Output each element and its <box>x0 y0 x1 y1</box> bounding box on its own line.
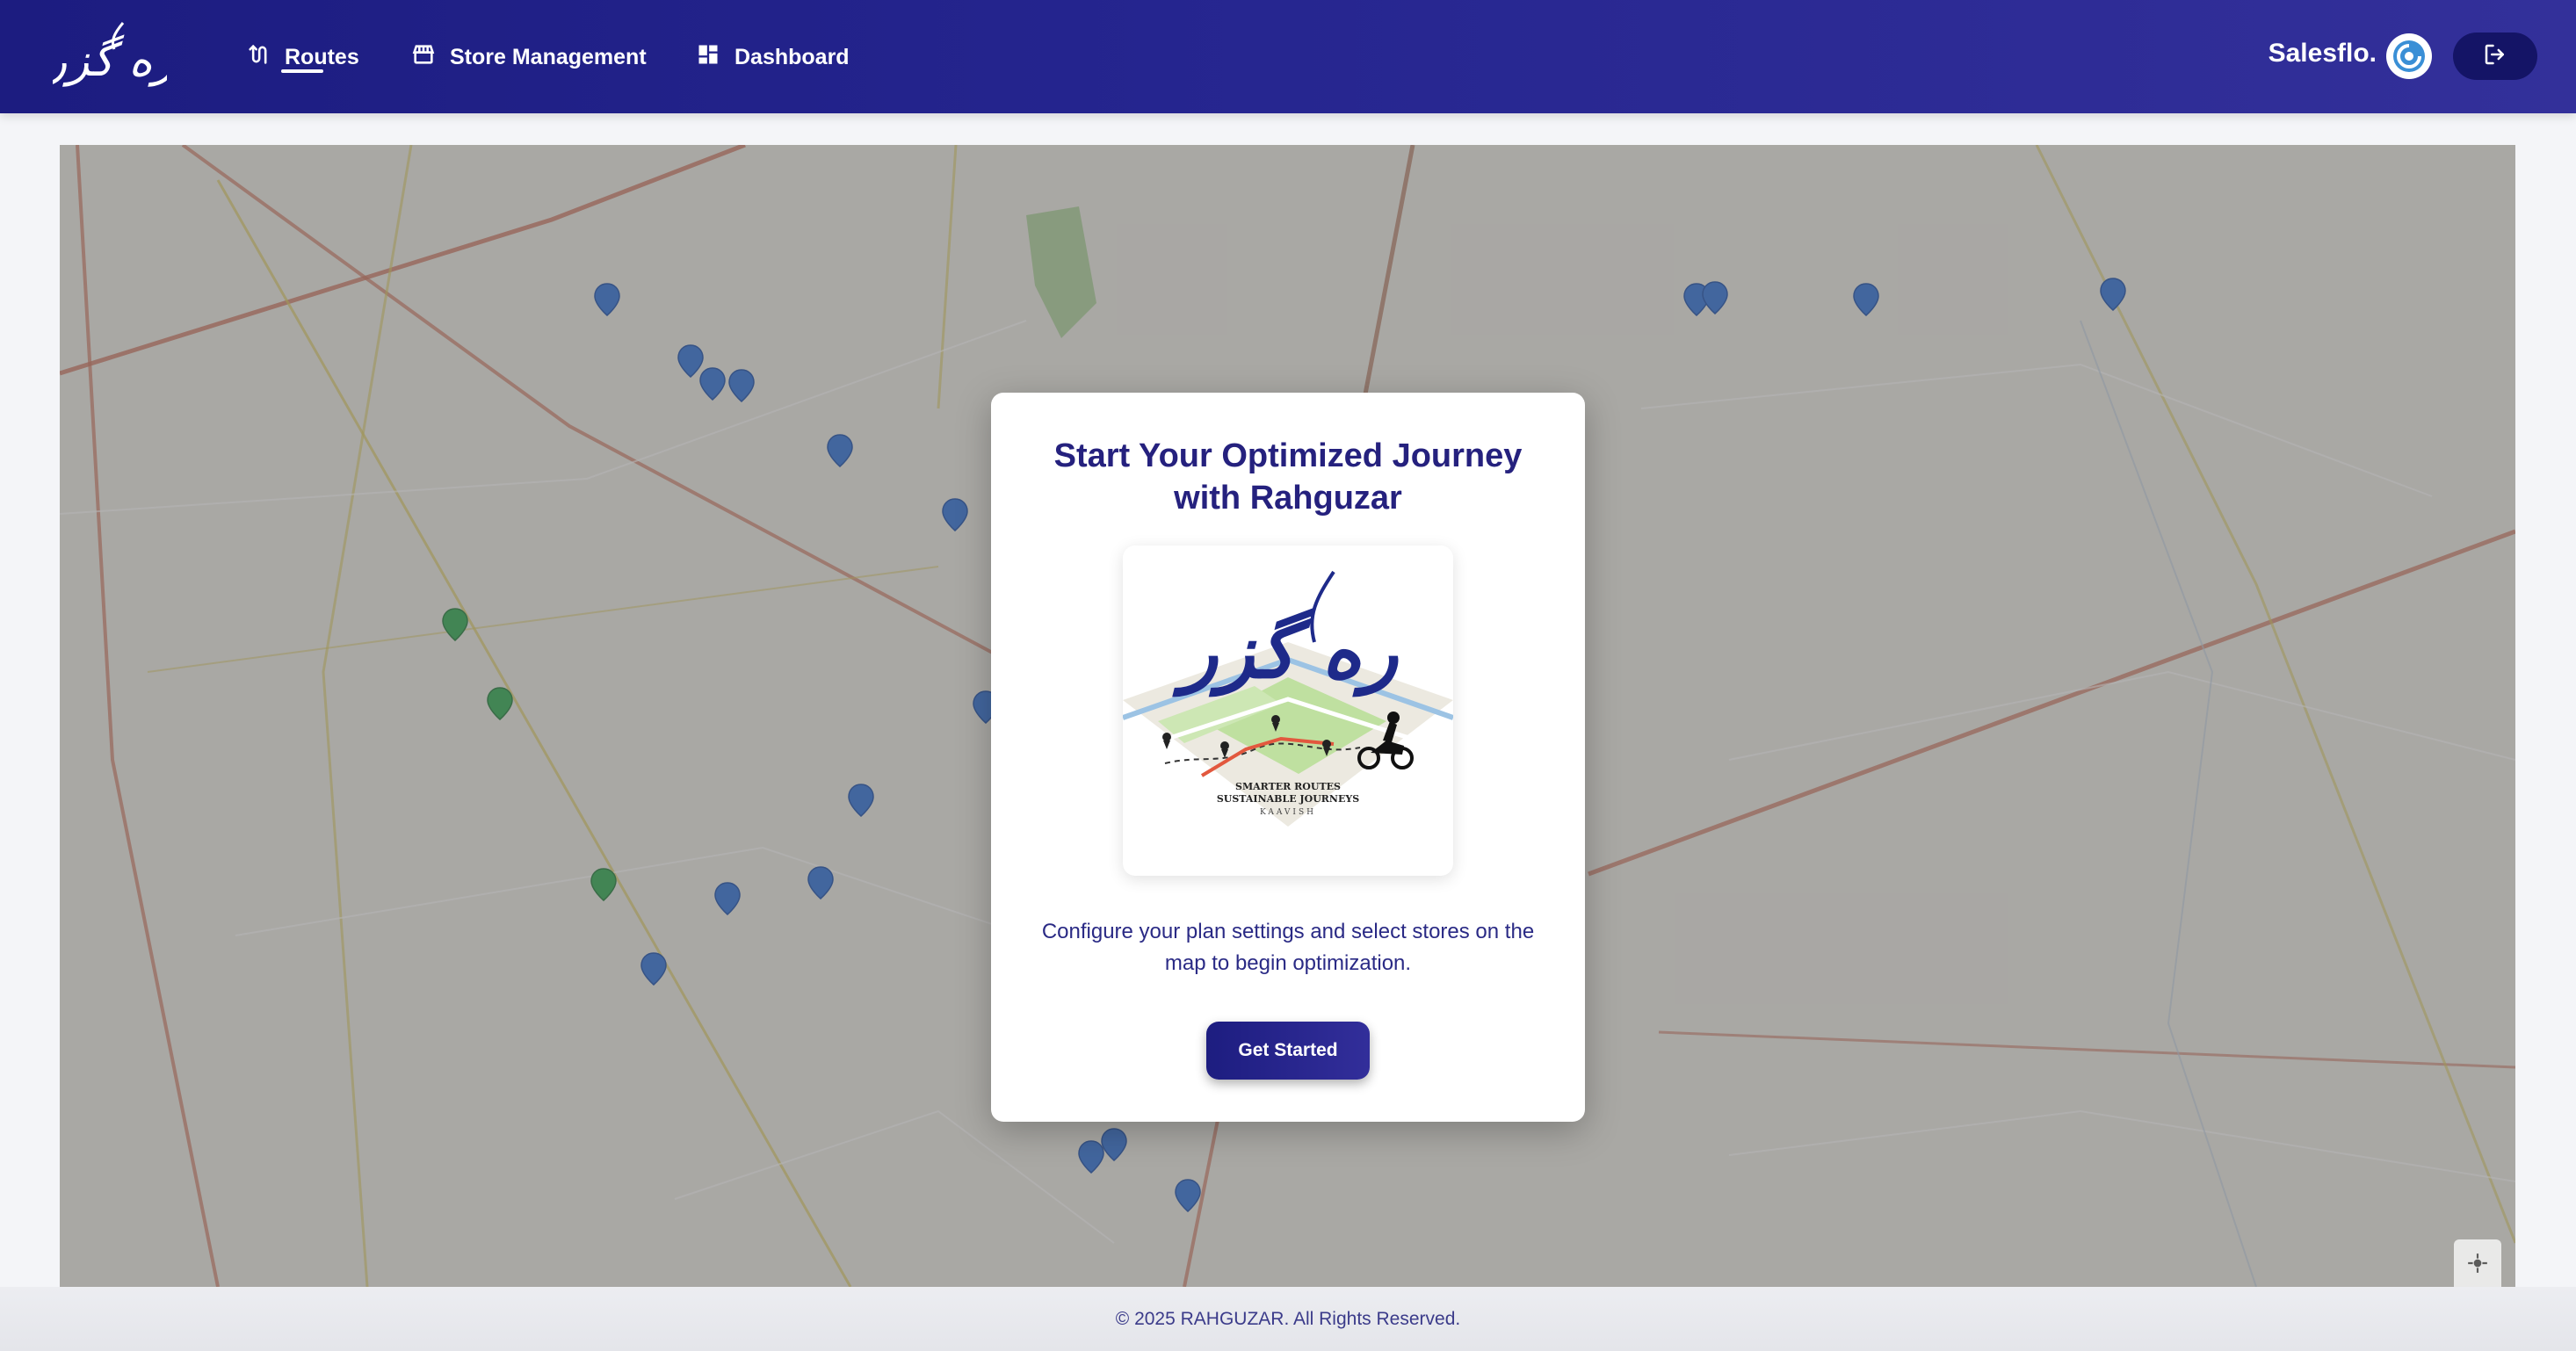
nav-store-management-label: Store Management <box>450 44 647 69</box>
nav-store-management[interactable]: Store Management <box>411 35 647 79</box>
svg-text:ره گزر: ره گزر <box>53 34 167 87</box>
company-logo-icon <box>2386 33 2432 79</box>
company-name: Salesflo. <box>2268 39 2377 68</box>
top-navigation-bar: ره گزر Routes Store Management <box>0 0 2576 113</box>
modal-title: Start Your Optimized Journey with Rahguz… <box>1053 437 1523 517</box>
svg-text:KAAVISH: KAAVISH <box>1260 808 1316 817</box>
welcome-modal: Start Your Optimized Journey with Rahguz… <box>991 393 1585 1122</box>
dashboard-icon <box>696 42 720 73</box>
nav-routes-label: Routes <box>285 44 359 69</box>
logout-icon <box>2482 41 2508 72</box>
svg-text:SUSTAINABLE JOURNEYS: SUSTAINABLE JOURNEYS <box>1217 793 1359 805</box>
rahguzar-logo-image: ره گزر SMARTER ROUTES SUSTAINABLE JOURNE… <box>1123 545 1453 876</box>
modal-description: Configure your plan settings and select … <box>1041 920 1535 975</box>
logout-button[interactable] <box>2453 33 2537 80</box>
crosshair-icon[interactable] <box>2454 1239 2501 1287</box>
svg-text:SMARTER ROUTES: SMARTER ROUTES <box>1235 781 1341 792</box>
nav-dashboard[interactable]: Dashboard <box>696 35 850 79</box>
svg-text:ره گزر: ره گزر <box>1172 607 1400 697</box>
copyright-text: © 2025 RAHGUZAR. All Rights Reserved. <box>1115 1308 1461 1329</box>
brand-logo[interactable]: ره گزر <box>40 14 175 98</box>
store-icon <box>411 42 436 73</box>
active-nav-indicator <box>281 69 323 73</box>
route-icon <box>246 42 271 73</box>
get-started-button[interactable]: Get Started <box>1206 1022 1370 1080</box>
footer: © 2025 RAHGUZAR. All Rights Reserved. <box>0 1287 2576 1351</box>
nav-dashboard-label: Dashboard <box>734 44 850 69</box>
